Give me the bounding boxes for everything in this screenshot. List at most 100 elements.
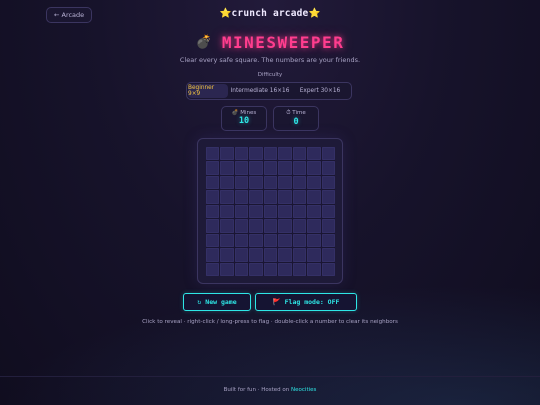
board-cell[interactable] bbox=[249, 147, 263, 161]
board-cell[interactable] bbox=[307, 233, 321, 248]
board-cell[interactable] bbox=[321, 219, 335, 233]
board-cell[interactable] bbox=[278, 175, 292, 190]
board-cell[interactable] bbox=[249, 262, 263, 276]
mines-counter: 💣 Mines 10 bbox=[221, 106, 267, 131]
board-cell[interactable] bbox=[249, 190, 263, 204]
board-cell[interactable] bbox=[206, 248, 220, 262]
board-cell[interactable] bbox=[263, 219, 278, 233]
board-cell[interactable] bbox=[234, 190, 249, 204]
board-cell[interactable] bbox=[321, 161, 335, 175]
board-cell[interactable] bbox=[206, 161, 220, 175]
board-cell[interactable] bbox=[206, 190, 220, 204]
game-subtitle: Clear every safe square. The numbers are… bbox=[179, 56, 361, 64]
board-cell[interactable] bbox=[307, 147, 321, 161]
board-cell[interactable] bbox=[234, 262, 249, 276]
board-cell[interactable] bbox=[263, 147, 278, 161]
neocities-link[interactable]: Neocities bbox=[291, 387, 316, 393]
board-cell[interactable] bbox=[278, 204, 292, 219]
board-cell[interactable] bbox=[278, 190, 292, 204]
board-cell[interactable] bbox=[206, 262, 220, 276]
board-cell[interactable] bbox=[234, 147, 249, 161]
board-cell[interactable] bbox=[263, 262, 278, 276]
board-cell[interactable] bbox=[263, 175, 278, 190]
board-cell[interactable] bbox=[234, 219, 249, 233]
board-cell[interactable] bbox=[307, 175, 321, 190]
board-cell[interactable] bbox=[234, 204, 249, 219]
board-cell[interactable] bbox=[220, 147, 234, 161]
board-cell[interactable] bbox=[220, 262, 234, 276]
board-cell[interactable] bbox=[220, 175, 234, 190]
board-cell[interactable] bbox=[206, 147, 220, 161]
time-value: 0 bbox=[293, 117, 299, 127]
difficulty-option-intermediate[interactable]: Intermediate 16×16 bbox=[229, 83, 291, 99]
board-cell[interactable] bbox=[234, 175, 249, 190]
board-cell[interactable] bbox=[292, 147, 307, 161]
board-cell[interactable] bbox=[292, 219, 307, 233]
board-cell[interactable] bbox=[321, 233, 335, 248]
board-cell[interactable] bbox=[249, 219, 263, 233]
site-title: ⭐crunch arcade⭐ bbox=[0, 8, 540, 19]
board-cell[interactable] bbox=[292, 175, 307, 190]
board-cell[interactable] bbox=[263, 204, 278, 219]
new-game-label: New game bbox=[205, 298, 237, 306]
timer: ⏱ Time 0 bbox=[273, 106, 319, 131]
board-cell[interactable] bbox=[220, 190, 234, 204]
board-cell[interactable] bbox=[220, 219, 234, 233]
board-cell[interactable] bbox=[307, 262, 321, 276]
board-cell[interactable] bbox=[292, 204, 307, 219]
flag-icon: 🚩 bbox=[272, 298, 281, 306]
board-cell[interactable] bbox=[321, 248, 335, 262]
minefield-grid bbox=[206, 147, 335, 276]
board-cell[interactable] bbox=[292, 190, 307, 204]
board-cell[interactable] bbox=[263, 161, 278, 175]
board-cell[interactable] bbox=[278, 219, 292, 233]
difficulty-option-expert[interactable]: Expert 30×16 bbox=[291, 83, 349, 99]
board-cell[interactable] bbox=[220, 233, 234, 248]
board-cell[interactable] bbox=[249, 248, 263, 262]
board-cell[interactable] bbox=[307, 248, 321, 262]
board-cell[interactable] bbox=[220, 161, 234, 175]
board-cell[interactable] bbox=[321, 147, 335, 161]
board-cell[interactable] bbox=[292, 262, 307, 276]
board-cell[interactable] bbox=[321, 262, 335, 276]
board-cell[interactable] bbox=[321, 204, 335, 219]
new-game-button[interactable]: ↻ New game bbox=[183, 293, 251, 311]
flag-mode-toggle[interactable]: 🚩 Flag mode: OFF bbox=[255, 293, 357, 311]
bomb-icon: 💣 bbox=[195, 35, 212, 50]
board-cell[interactable] bbox=[249, 204, 263, 219]
board-cell[interactable] bbox=[249, 175, 263, 190]
board-cell[interactable] bbox=[263, 248, 278, 262]
time-label: ⏱ Time bbox=[286, 110, 306, 116]
board-cell[interactable] bbox=[234, 161, 249, 175]
board-cell[interactable] bbox=[307, 161, 321, 175]
board-cell[interactable] bbox=[234, 233, 249, 248]
board-cell[interactable] bbox=[206, 233, 220, 248]
board-cell[interactable] bbox=[206, 219, 220, 233]
footer-text: Built for fun · Hosted on bbox=[223, 387, 292, 393]
board-cell[interactable] bbox=[220, 248, 234, 262]
board-cell[interactable] bbox=[292, 161, 307, 175]
board-cell[interactable] bbox=[321, 190, 335, 204]
board-cell[interactable] bbox=[278, 147, 292, 161]
board-cell[interactable] bbox=[206, 175, 220, 190]
board-cell[interactable] bbox=[234, 248, 249, 262]
board-cell[interactable] bbox=[278, 248, 292, 262]
board-cell[interactable] bbox=[206, 204, 220, 219]
board-cell[interactable] bbox=[220, 204, 234, 219]
board-cell[interactable] bbox=[292, 233, 307, 248]
board-cell[interactable] bbox=[278, 262, 292, 276]
board-cell[interactable] bbox=[278, 233, 292, 248]
board-cell[interactable] bbox=[249, 161, 263, 175]
board-cell[interactable] bbox=[321, 175, 335, 190]
board-cell[interactable] bbox=[263, 233, 278, 248]
board-cell[interactable] bbox=[292, 248, 307, 262]
star-icon-right: ⭐ bbox=[308, 8, 321, 19]
board-cell[interactable] bbox=[307, 190, 321, 204]
board-cell[interactable] bbox=[307, 204, 321, 219]
board-cell[interactable] bbox=[249, 233, 263, 248]
board-cell[interactable] bbox=[263, 190, 278, 204]
difficulty-option-beginner[interactable]: Beginner 9×9 bbox=[188, 84, 228, 98]
site-title-text: crunch arcade bbox=[231, 8, 309, 19]
board-cell[interactable] bbox=[278, 161, 292, 175]
board-cell[interactable] bbox=[307, 219, 321, 233]
